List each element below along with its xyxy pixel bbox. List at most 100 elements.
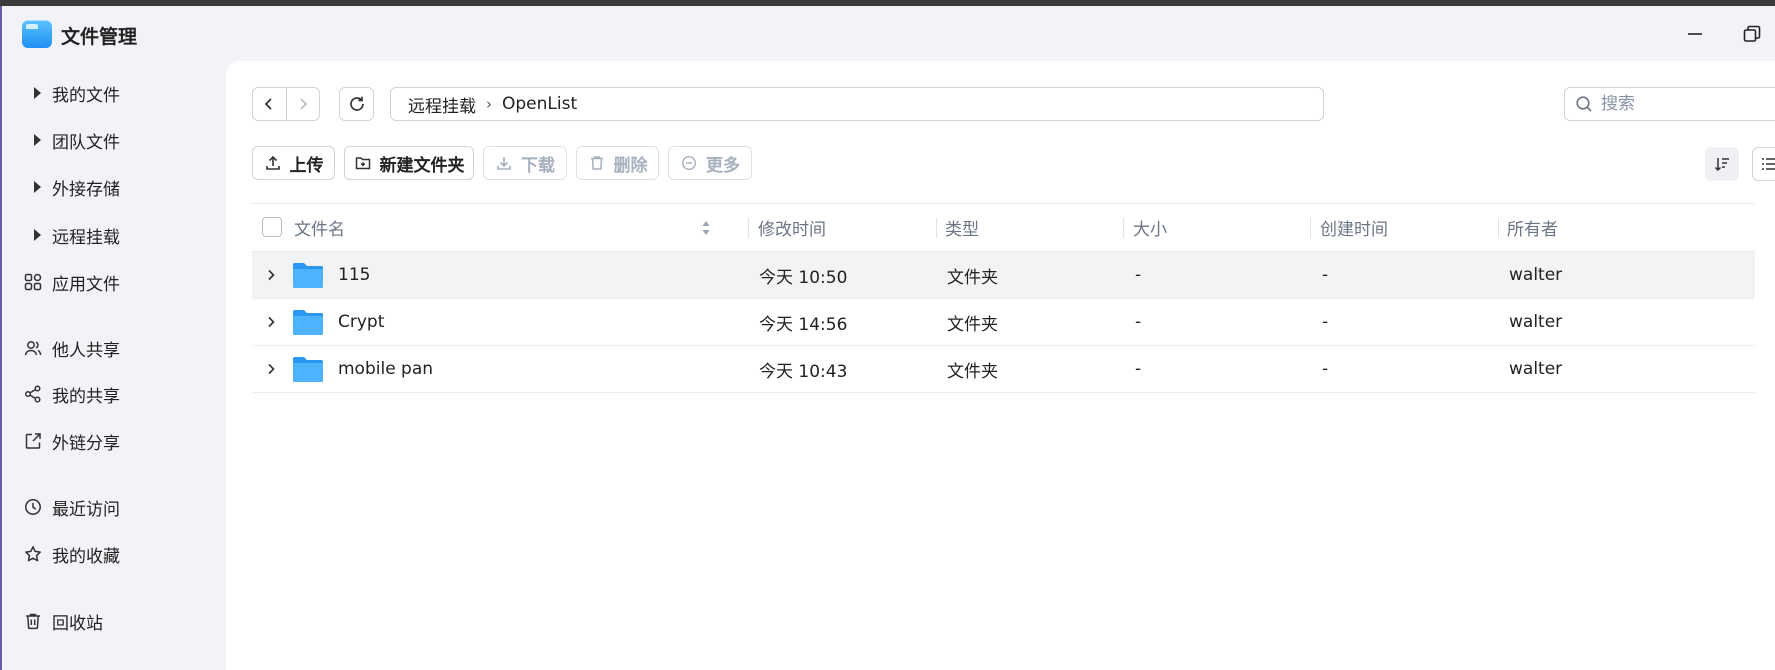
column-divider[interactable] — [1498, 218, 1499, 238]
download-button[interactable]: 下载 — [483, 146, 567, 180]
folder-icon — [293, 357, 323, 382]
star-icon — [22, 543, 44, 565]
expand-row-button[interactable] — [262, 266, 280, 284]
file-created: - — [1322, 312, 1329, 332]
file-created: - — [1322, 265, 1329, 285]
minimize-icon — [1688, 33, 1702, 35]
caret-right-icon — [22, 82, 44, 104]
sidebar-item-my-shares[interactable]: 我的共享 — [22, 378, 218, 410]
sidebar: 我的文件 团队文件 外接存储 远程挂载 应用文件 他人共享 我的共享 外链分享 — [0, 62, 226, 670]
folder-plus-icon — [354, 154, 372, 172]
sort-icon — [1714, 158, 1729, 172]
back-button[interactable] — [253, 88, 286, 120]
column-header-name[interactable]: 文件名 — [294, 204, 345, 251]
sidebar-item-external-storage[interactable]: 外接存储 — [22, 171, 218, 203]
sidebar-item-favorites[interactable]: 我的收藏 — [22, 538, 218, 570]
sidebar-item-label: 他人共享 — [52, 340, 120, 361]
sidebar-item-my-files[interactable]: 我的文件 — [22, 77, 218, 109]
sidebar-item-recycle-bin[interactable]: 回收站 — [22, 605, 218, 637]
search-input[interactable] — [1601, 94, 1761, 114]
file-name: mobile pan — [338, 359, 434, 379]
app-title: 文件管理 — [61, 26, 138, 48]
trash-icon — [588, 154, 606, 172]
users-icon — [22, 337, 44, 359]
column-divider[interactable] — [1123, 218, 1124, 238]
minimize-button[interactable] — [1683, 22, 1707, 46]
delete-label: 删除 — [613, 155, 648, 176]
column-header-size[interactable]: 大小 — [1133, 204, 1167, 251]
file-owner: walter — [1509, 359, 1563, 379]
sidebar-item-shared-with-me[interactable]: 他人共享 — [22, 332, 218, 364]
chevron-right-icon — [268, 269, 275, 281]
forward-button[interactable] — [285, 88, 319, 120]
folder-icon — [293, 263, 323, 288]
download-label: 下载 — [521, 155, 555, 176]
file-size: - — [1135, 359, 1142, 379]
breadcrumb-separator-icon: › — [486, 95, 492, 113]
breadcrumb-item-remote-mount[interactable]: 远程挂载 — [408, 92, 476, 117]
chevron-right-icon — [268, 363, 275, 375]
column-header-created[interactable]: 创建时间 — [1320, 204, 1388, 251]
sidebar-item-app-files[interactable]: 应用文件 — [22, 266, 218, 298]
list-view-button[interactable] — [1752, 147, 1775, 181]
caret-right-icon — [22, 129, 44, 151]
sidebar-item-remote-mount[interactable]: 远程挂载 — [22, 219, 218, 251]
folder-icon — [293, 310, 323, 335]
breadcrumb-item-current[interactable]: OpenList — [502, 94, 577, 114]
sidebar-item-label: 团队文件 — [52, 132, 120, 153]
chevron-right-icon — [300, 98, 308, 110]
main-panel: 远程挂载 › OpenList 上传 新建文件夹 下载 删除 更多 — [226, 61, 1775, 670]
restore-button[interactable] — [1740, 22, 1764, 46]
search-box — [1564, 87, 1775, 121]
list-icon — [1762, 158, 1775, 170]
file-modified: 今天 10:50 — [759, 267, 848, 288]
more-button[interactable]: 更多 — [668, 146, 752, 180]
restore-icon — [1743, 25, 1761, 42]
file-size: - — [1135, 312, 1142, 332]
share-icon — [22, 383, 44, 405]
download-icon — [495, 154, 513, 172]
sidebar-item-team-files[interactable]: 团队文件 — [22, 124, 218, 156]
file-owner: walter — [1509, 265, 1563, 285]
file-owner: walter — [1509, 312, 1563, 332]
file-name: 115 — [338, 265, 371, 285]
expand-row-button[interactable] — [262, 360, 280, 378]
column-header-type[interactable]: 类型 — [945, 204, 979, 251]
apps-grid-icon — [22, 271, 44, 293]
caret-right-icon — [22, 224, 44, 246]
upload-icon — [264, 154, 282, 172]
new-folder-button[interactable]: 新建文件夹 — [344, 146, 474, 180]
sidebar-item-link-shares[interactable]: 外链分享 — [22, 425, 218, 457]
column-header-modified[interactable]: 修改时间 — [758, 204, 826, 251]
sort-button[interactable] — [1705, 147, 1739, 181]
select-all-checkbox[interactable] — [262, 217, 282, 237]
sidebar-item-label: 外链分享 — [52, 433, 120, 454]
chevron-left-icon — [265, 98, 273, 110]
more-label: 更多 — [706, 155, 740, 176]
folder-app-icon — [22, 20, 52, 48]
file-type: 文件夹 — [947, 314, 998, 335]
new-folder-label: 新建文件夹 — [379, 155, 465, 176]
column-divider[interactable] — [936, 218, 937, 238]
more-circle-icon — [680, 154, 698, 172]
table-row[interactable]: mobile pan 今天 10:43 文件夹 - - walter — [252, 346, 1755, 393]
refresh-button[interactable] — [339, 87, 374, 121]
expand-row-button[interactable] — [262, 313, 280, 331]
table-row[interactable]: 115 今天 10:50 文件夹 - - walter — [252, 252, 1755, 299]
file-type: 文件夹 — [947, 361, 998, 382]
search-icon — [1576, 96, 1592, 112]
column-divider[interactable] — [748, 218, 749, 238]
table-row[interactable]: Crypt 今天 14:56 文件夹 - - walter — [252, 299, 1755, 346]
column-divider[interactable] — [1310, 218, 1311, 238]
upload-button[interactable]: 上传 — [252, 146, 335, 180]
file-created: - — [1322, 359, 1329, 379]
sidebar-item-recent[interactable]: 最近访问 — [22, 491, 218, 523]
file-size: - — [1135, 265, 1142, 285]
delete-button[interactable]: 删除 — [576, 146, 659, 180]
history-nav — [252, 87, 320, 121]
sidebar-item-label: 远程挂载 — [52, 227, 120, 248]
clock-icon — [22, 496, 44, 518]
file-modified: 今天 14:56 — [759, 314, 848, 335]
file-type: 文件夹 — [947, 267, 998, 288]
column-header-owner[interactable]: 所有者 — [1507, 204, 1558, 251]
